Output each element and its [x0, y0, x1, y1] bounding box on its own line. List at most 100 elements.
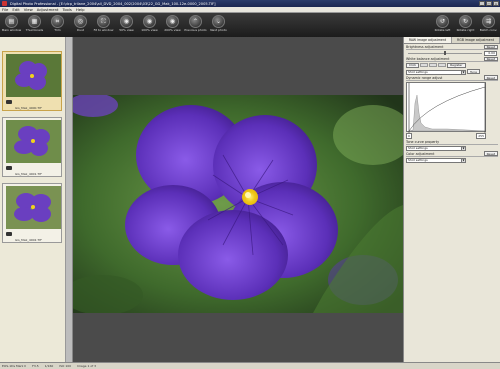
close-button[interactable]: ×: [493, 1, 499, 6]
thumbnail-item[interactable]: GG_Mak_4002.TIF: [2, 183, 62, 243]
color-reset-button[interactable]: Reset: [483, 151, 498, 156]
menu-adjustment[interactable]: Adjustment: [37, 7, 59, 12]
dpp-window: Digital Photo Professional - [E:\dcp_tri…: [0, 0, 500, 369]
tool-label: Main window: [1, 28, 22, 32]
dust-icon: ◎: [74, 15, 87, 28]
range-max[interactable]: 255: [476, 132, 486, 139]
camera-icon: [6, 100, 12, 104]
next-icon: ⌄: [212, 15, 225, 28]
tool-label: Thumbnails: [25, 28, 44, 32]
white-balance-header: White balance adjustment Reset: [406, 56, 498, 62]
thumbnail-image: [6, 186, 61, 229]
tone-curve-select[interactable]: Shot settings ▼: [406, 145, 466, 151]
thumbnail-name: GG_Mak_4001.TIF: [15, 172, 42, 176]
white-balance-label: White balance adjustment: [406, 57, 450, 61]
menu-edit[interactable]: Edit: [12, 7, 19, 12]
color-header: Color adjustment Reset: [406, 151, 498, 157]
color-select[interactable]: Shot settings ▼: [406, 157, 466, 163]
zoom-200-icon: ◉: [166, 15, 179, 28]
trim-button[interactable]: ⌗ Trim: [46, 13, 69, 37]
tab-rgb-adjustment[interactable]: RGB image adjustment: [452, 37, 500, 43]
wb-slot[interactable]: [429, 63, 438, 68]
tool-label: Next photo: [210, 28, 227, 32]
previous-icon: ⌃: [189, 15, 202, 28]
white-balance-reset-button[interactable]: Reset: [483, 56, 498, 62]
status-camera: EOS-1Ds Mark II: [2, 364, 27, 368]
thumbnails-button[interactable]: ▦ Thumbnails: [23, 13, 46, 37]
thumbnail-scrollbar[interactable]: [66, 37, 73, 362]
rotate-left-button[interactable]: ↺ Rotate left: [431, 13, 454, 37]
menu-tools[interactable]: Tools: [63, 7, 72, 12]
thumbnail-item[interactable]: GG_Mak_4000.TIF: [2, 51, 62, 111]
tool-label: Previous photo: [184, 28, 207, 32]
white-balance-select[interactable]: Shot settings ▼: [406, 69, 466, 75]
maximize-button[interactable]: □: [486, 1, 492, 6]
dynamic-range-reset-button[interactable]: Reset: [483, 75, 498, 80]
brightness-slider[interactable]: 0.00: [406, 50, 498, 56]
select-value: Shot settings: [408, 158, 428, 162]
menu-view[interactable]: View: [24, 7, 33, 12]
select-value: Shot settings: [408, 146, 428, 150]
image-viewer[interactable]: [73, 37, 403, 362]
brightness-reset-button[interactable]: Reset: [483, 44, 498, 50]
tab-raw-adjustment[interactable]: RAW image adjustment: [404, 37, 452, 43]
tool-label: Trim: [54, 28, 61, 32]
fit-window-button[interactable]: ⛶ Fit to window: [92, 13, 115, 37]
status-count: Image 1 of 3: [77, 364, 97, 368]
dust-button[interactable]: ◎ Dust: [69, 13, 92, 37]
brightness-value[interactable]: 0.00: [484, 51, 497, 56]
tool-label: 50% view: [119, 28, 134, 32]
brightness-label: Brightness adjustment: [406, 45, 444, 49]
white-balance-section: White balance adjustment Reset Click Reg…: [406, 56, 498, 75]
white-balance-tune-button[interactable]: Tune: [467, 69, 481, 74]
thumbnail-image: [6, 120, 61, 163]
tool-label: 200% view: [164, 28, 181, 32]
tone-curve-label: Tone curve property: [406, 139, 440, 144]
previous-photo-button[interactable]: ⌃ Previous photo: [184, 13, 207, 37]
histogram[interactable]: [406, 81, 486, 133]
palette-tabs: RAW image adjustment RGB image adjustmen…: [404, 37, 500, 44]
range-min[interactable]: 0: [406, 132, 412, 139]
minimize-button[interactable]: _: [479, 1, 485, 6]
tool-label: Dust: [77, 28, 84, 32]
rotate-right-button[interactable]: ↻ Rotate right: [454, 13, 477, 37]
white-balance-preset-row: Shot settings ▼ Tune: [406, 69, 498, 75]
rotate-left-icon: ↺: [436, 15, 449, 28]
white-balance-click-button[interactable]: Click: [406, 63, 420, 68]
slider-knob[interactable]: [444, 51, 446, 55]
brightness-section: Brightness adjustment Reset 0.00: [406, 44, 498, 56]
range-values: 0 255: [406, 132, 486, 139]
menu-file[interactable]: File: [2, 7, 8, 12]
wb-slot[interactable]: [420, 63, 429, 68]
tool-label: Rotate left: [434, 28, 451, 32]
status-iso: ISO 100: [59, 364, 72, 368]
color-label: Color adjustment: [406, 151, 435, 156]
menu-help[interactable]: Help: [76, 7, 85, 12]
toolbar: ▤ Main window ▦ Thumbnails ⌗ Trim ◎ Dust…: [0, 13, 500, 37]
window-controls: _ □ ×: [479, 1, 500, 6]
trim-icon: ⌗: [51, 15, 64, 28]
batch-convert-button[interactable]: ⇶ Batch conv.: [477, 13, 500, 37]
chevron-down-icon: ▼: [461, 146, 465, 150]
camera-icon: [6, 232, 12, 236]
status-aperture: F3.5: [32, 364, 39, 368]
zoom-100-button[interactable]: ◉ 100% view: [138, 13, 161, 37]
status-shutter: 1/160: [44, 364, 54, 368]
main-window-icon: ▤: [5, 15, 18, 28]
zoom-50-button[interactable]: ◉ 50% view: [115, 13, 138, 37]
batch-convert-icon: ⇶: [482, 15, 495, 28]
dynamic-range-section: Dynamic range adjust Reset 0 255: [406, 75, 498, 139]
main-window-button[interactable]: ▤ Main window: [0, 13, 23, 37]
preview-photo: [73, 95, 403, 313]
dynamic-range-header: Dynamic range adjust Reset: [406, 75, 498, 81]
next-photo-button[interactable]: ⌄ Next photo: [207, 13, 230, 37]
wb-slot[interactable]: [438, 63, 447, 68]
zoom-200-button[interactable]: ◉ 200% view: [161, 13, 184, 37]
thumbnail-item[interactable]: GG_Mak_4001.TIF: [2, 117, 62, 177]
thumbnails-icon: ▦: [28, 15, 41, 28]
app-icon: [2, 1, 7, 6]
white-balance-register-button[interactable]: Register: [447, 63, 466, 68]
chevron-down-icon: ▼: [461, 158, 465, 162]
camera-icon: [6, 166, 12, 170]
tool-label: Rotate right: [456, 28, 475, 32]
